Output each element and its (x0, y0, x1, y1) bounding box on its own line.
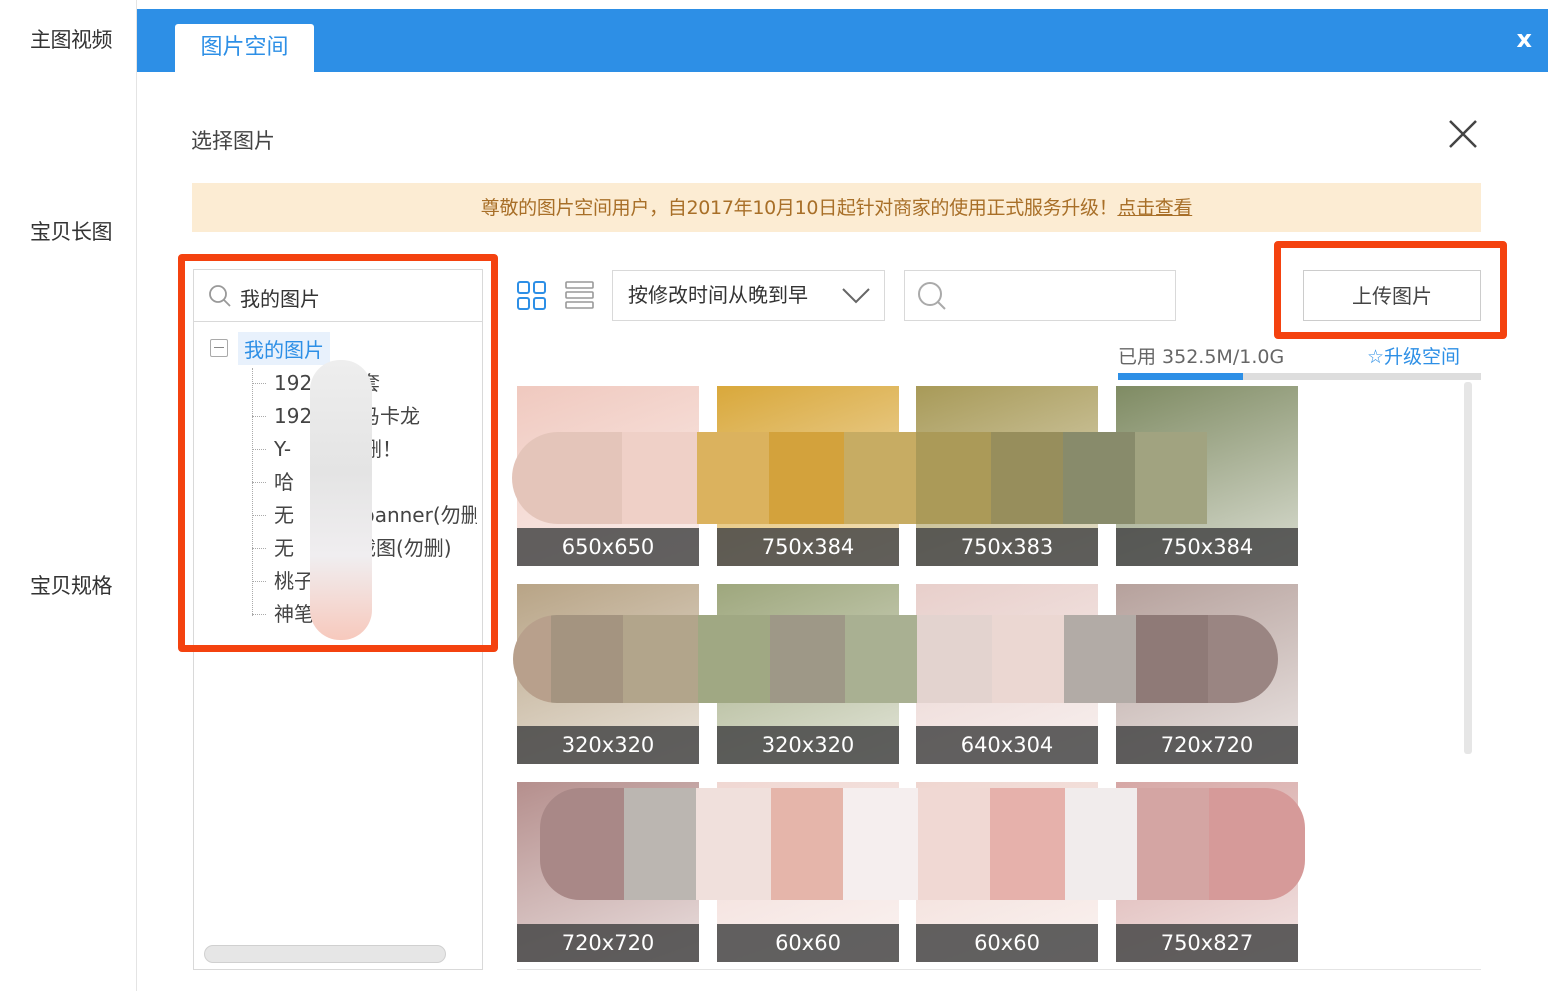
grid-view-icon[interactable] (517, 281, 547, 311)
sort-select-label: 按修改时间从晚到早 (628, 283, 808, 307)
image-size-label: 750x384 (717, 528, 899, 566)
tree-horizontal-scrollbar[interactable] (204, 945, 446, 963)
left-sidebar: 主图视频 宝贝长图 宝贝规格 (0, 0, 137, 991)
redaction-blur (512, 432, 1277, 524)
image-size-label: 640x304 (916, 726, 1098, 764)
upgrade-link[interactable]: ☆升级空间 (1367, 342, 1460, 369)
notice-link[interactable]: 点击查看 (1117, 197, 1192, 219)
star-icon: ☆ (1367, 346, 1385, 368)
top-tab-bar: 图片空间 x (137, 9, 1548, 72)
image-size-label: 750x827 (1116, 924, 1298, 962)
redaction-blur (513, 615, 1278, 703)
image-size-label: 750x383 (916, 528, 1098, 566)
tab-image-space[interactable]: 图片空间 (175, 24, 314, 72)
annotation-box-tree (178, 254, 498, 652)
grid-vertical-scrollbar[interactable] (1464, 382, 1472, 754)
sort-select[interactable]: 按修改时间从晚到早 (612, 270, 885, 321)
dialog-title: 选择图片 (191, 129, 275, 153)
image-size-label: 750x384 (1116, 528, 1298, 566)
image-size-label: 320x320 (517, 726, 699, 764)
redaction-blur (540, 788, 1305, 900)
storage-usage-label: 已用 352.5M/1.0G (1118, 346, 1285, 368)
annotation-box-upload (1274, 241, 1507, 339)
image-size-label: 720x720 (1116, 726, 1298, 764)
image-size-label: 650x650 (517, 528, 699, 566)
image-size-label: 60x60 (916, 924, 1098, 962)
sidebar-item-long-image[interactable]: 宝贝长图 (30, 216, 113, 246)
image-size-label: 720x720 (517, 924, 699, 962)
search-icon (918, 282, 946, 310)
close-icon[interactable]: x (1517, 25, 1532, 53)
image-size-label: 320x320 (717, 726, 899, 764)
sidebar-item-spec[interactable]: 宝贝规格 (30, 570, 113, 600)
notice-text: 尊敬的图片空间用户，自2017年10月10日起针对商家的使用正式服务升级！ (480, 197, 1118, 219)
list-view-icon[interactable] (565, 281, 595, 311)
chevron-down-icon (842, 288, 870, 304)
close-icon[interactable] (1448, 119, 1478, 149)
image-size-label: 60x60 (717, 924, 899, 962)
storage-usage-bar (1118, 373, 1481, 380)
storage-usage-fill (1118, 373, 1243, 380)
sidebar-item-main-video[interactable]: 主图视频 (30, 24, 113, 54)
notice-banner: 尊敬的图片空间用户，自2017年10月10日起针对商家的使用正式服务升级！点击查… (192, 183, 1481, 232)
image-search-input[interactable] (904, 270, 1176, 321)
